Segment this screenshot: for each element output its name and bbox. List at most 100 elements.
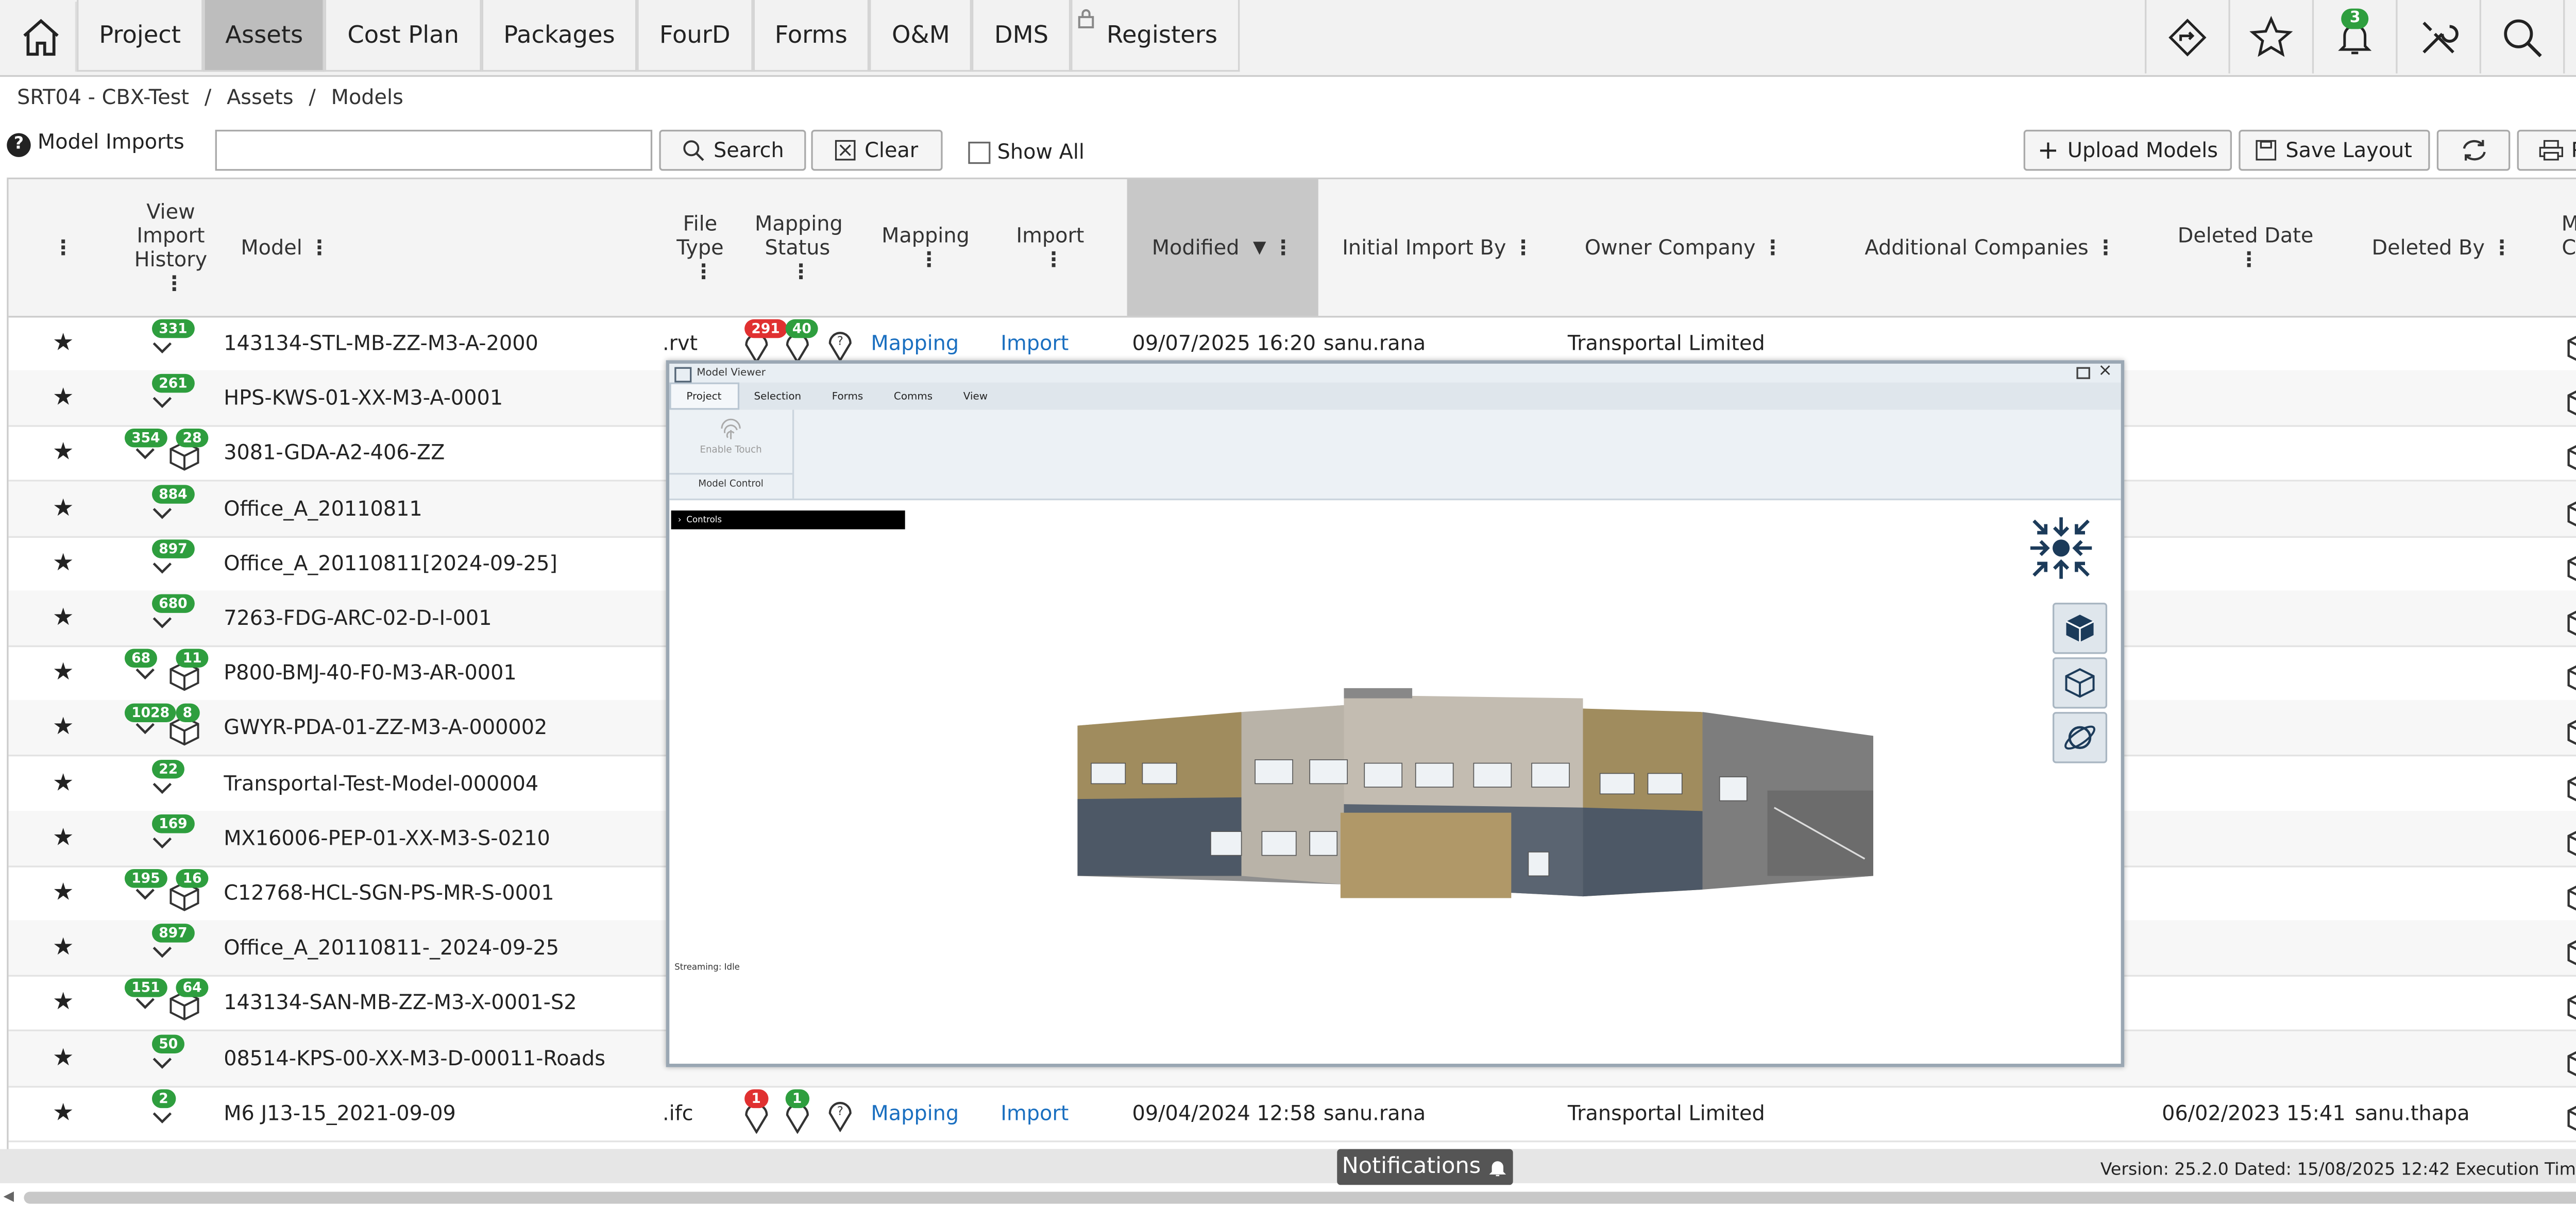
model-name[interactable]: Office_A_20110811-_2024-09-25 [224,921,651,975]
nav-om[interactable]: O&M [869,0,972,72]
user-account-button[interactable] [2563,0,2576,74]
import-history-cell[interactable]: 680 [121,591,224,645]
print-button[interactable]: Print [2517,129,2576,171]
model-count-cell[interactable]: 1 [2560,1085,2576,1140]
header-model[interactable]: Model ⋮ [230,179,377,316]
nav-forms[interactable]: Forms [752,0,870,72]
model-count-cell[interactable]: 1 [2560,426,2576,481]
favourite-star-icon[interactable]: ★ [46,646,80,701]
viewer-tab-view[interactable]: View [948,384,1003,408]
kebab-icon[interactable]: ⋮ [2492,235,2512,259]
viewer-tab-forms[interactable]: Forms [817,384,878,408]
header-import[interactable]: Import ⋮ [999,179,1101,316]
model-count-cell[interactable] [2560,316,2576,370]
orbit-view-button[interactable] [2053,712,2108,763]
header-view-import-history[interactable]: View Import History ⋮ [111,179,230,316]
checkbox-box[interactable] [968,141,991,163]
mapping-link[interactable]: Mapping [871,1085,990,1140]
import-history-cell[interactable]: 68 11 [121,646,224,701]
model-name[interactable]: Transportal-Test-Model-000004 [224,756,651,810]
search-button[interactable]: Search [659,129,806,171]
kebab-icon[interactable]: ⋮ [693,260,714,283]
nav-dms[interactable]: DMS [972,0,1071,72]
favourites-button[interactable] [2228,0,2312,74]
import-history-cell[interactable]: 884 [121,481,224,535]
nav-assets[interactable]: Assets [203,0,326,72]
model-count-cell[interactable] [2560,921,2576,975]
favourite-star-icon[interactable]: ★ [46,921,80,975]
clear-button[interactable]: Clear [811,129,943,171]
kebab-icon[interactable]: ⋮ [919,248,939,271]
search-input[interactable] [215,129,653,171]
model-name[interactable]: MX16006-PEP-01-XX-M3-S-0210 [224,811,651,865]
header-additional-companies[interactable]: Additional Companies ⋮ [1844,179,2138,316]
import-history-cell[interactable]: 897 [121,536,224,590]
header-deleted-by[interactable]: Deleted By ⋮ [2357,179,2527,316]
favourite-star-icon[interactable]: ★ [46,316,80,370]
model-name[interactable]: HPS-KWS-01-XX-M3-A-0001 [224,371,651,425]
header-modified[interactable]: Modified ▼ ⋮ [1127,179,1318,316]
import-history-cell[interactable]: 1028 8 [121,701,224,755]
scroll-left-icon[interactable]: ◀ [4,1188,14,1204]
import-history-cell[interactable]: 331 [121,316,224,370]
favourite-star-icon[interactable]: ★ [46,1085,80,1140]
controls-panel-toggle[interactable]: › Controls [671,510,905,530]
header-deleted-date[interactable]: Deleted Date ⋮ [2163,179,2327,316]
import-history-cell[interactable]: 2 [121,1085,224,1140]
notifications-button[interactable]: Notifications [1337,1149,1513,1185]
model-count-cell[interactable]: 1 [2560,976,2576,1030]
favourite-star-icon[interactable]: ★ [46,701,80,755]
kebab-icon[interactable]: ⋮ [1043,248,1064,271]
header-model-count[interactable]: Model Count⋮ [2553,179,2576,316]
import-history-cell[interactable]: 50 [121,1031,224,1085]
nav-packages[interactable]: Packages [481,0,637,72]
kebab-icon[interactable]: ⋮ [1762,235,1783,259]
tools-button[interactable] [2396,0,2479,74]
table-row[interactable]: ★ 2 M6 J13-15_2021-09-09 .ifc 1 1? Mapping Impo… [8,1085,2576,1142]
kebab-icon[interactable]: ⋮ [1273,235,1294,259]
show-all-checkbox[interactable]: Show All [968,140,1084,164]
model-count-cell[interactable] [2560,536,2576,590]
favourite-star-icon[interactable]: ★ [46,371,80,425]
maximize-button[interactable] [2076,367,2090,379]
favourite-star-icon[interactable]: ★ [46,976,80,1030]
favourite-star-icon[interactable]: ★ [46,481,80,535]
model-count-cell[interactable] [2560,1031,2576,1085]
model-name[interactable]: GWYR-PDA-01-ZZ-M3-A-000002 [224,701,651,755]
kebab-icon[interactable]: ⋮ [1513,235,1534,259]
header-mapping-status[interactable]: Mapping Status ⋮ [746,179,849,316]
favourite-star-icon[interactable]: ★ [46,756,80,810]
import-history-cell[interactable]: 261 [121,371,224,425]
model-name[interactable]: M6 J13-15_2021-09-09 [224,1085,651,1140]
mapping-status-cell[interactable]: 1 1? [739,1085,868,1140]
building-3d-model[interactable] [1071,688,1882,910]
enable-touch-button[interactable]: Enable Touch [680,415,782,466]
favourite-star-icon[interactable]: ★ [46,1031,80,1085]
model-count-cell[interactable] [2560,811,2576,865]
kebab-icon[interactable]: ⋮ [309,235,330,259]
horizontal-scrollbar[interactable] [24,1191,2576,1204]
viewer-tab-project[interactable]: Project [669,382,739,410]
import-history-cell[interactable]: 169 [121,811,224,865]
import-history-cell[interactable]: 151 64 [121,976,224,1030]
nav-cost-plan[interactable]: Cost Plan [325,0,482,72]
import-history-cell[interactable]: 195 16 [121,865,224,920]
close-button[interactable]: × [2098,362,2112,381]
model-name[interactable]: 143134-STL-MB-ZZ-M3-A-2000 [224,316,651,370]
model-count-cell[interactable]: 1 [2560,371,2576,425]
header-initial-import-by[interactable]: Initial Import By ⋮ [1324,179,1564,316]
nav-project[interactable]: Project [77,0,204,72]
sort-desc-icon[interactable]: ▼ [1253,238,1266,257]
header-mapping[interactable]: Mapping ⋮ [871,179,980,316]
model-name[interactable]: Office_A_20110811 [224,481,651,535]
notifications-button[interactable]: 3 [2312,0,2396,74]
model-name[interactable]: 08514-KPS-00-XX-M3-D-00011-Roads [224,1031,651,1085]
column-menu[interactable]: ⋮ [9,179,111,316]
model-name[interactable]: P800-BMJ-40-F0-M3-AR-0001 [224,646,651,701]
breadcrumb-assets[interactable]: Assets [227,86,293,109]
model-name[interactable]: Office_A_20110811[2024-09-25] [224,536,651,590]
upload-models-button[interactable]: + Upload Models [2023,129,2232,171]
import-history-cell[interactable]: 354 28 [121,426,224,481]
model-name[interactable]: C12768-HCL-SGN-PS-MR-S-0001 [224,865,651,920]
search-button[interactable] [2479,0,2563,74]
